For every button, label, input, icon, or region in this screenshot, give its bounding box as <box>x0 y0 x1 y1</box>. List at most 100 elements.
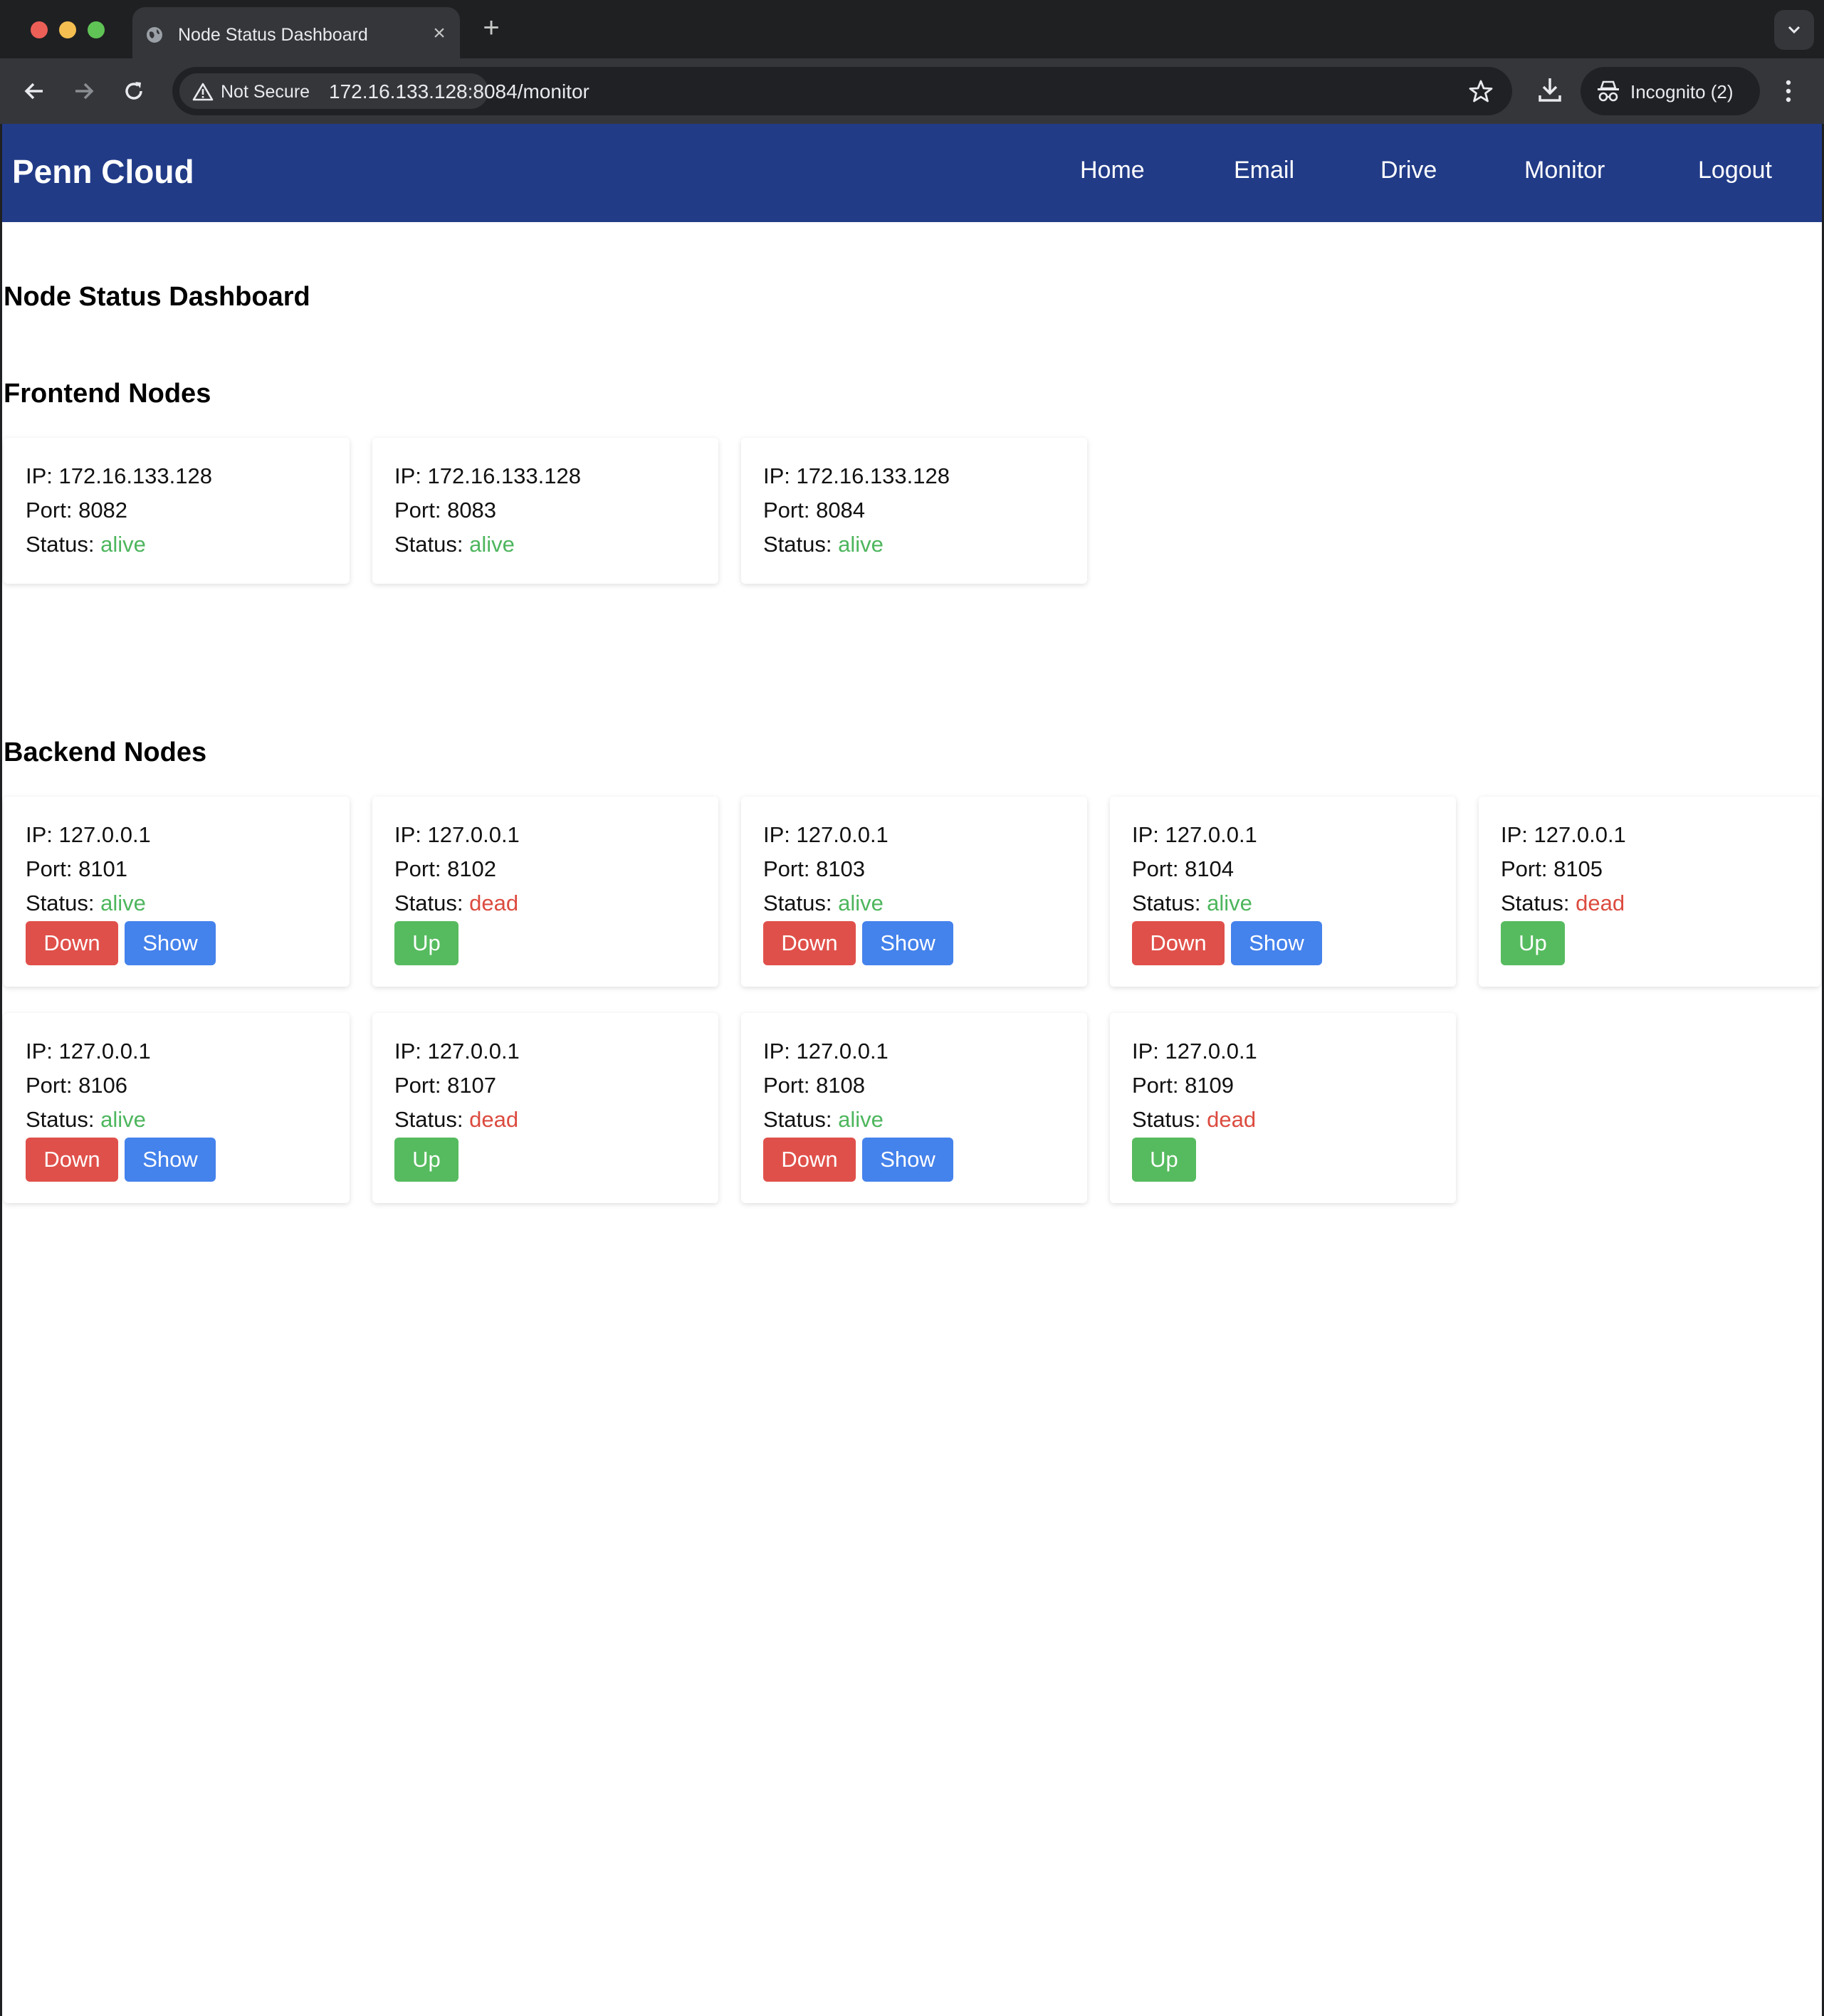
show-button[interactable]: Show <box>862 1138 953 1182</box>
status-label: Status: <box>763 1107 832 1132</box>
frontend-node-card: IP: 172.16.133.128 Port: 8083 Status: al… <box>372 438 718 584</box>
node-port: Port: 8107 <box>394 1073 497 1098</box>
down-button[interactable]: Down <box>763 921 856 965</box>
status-label: Status: <box>1132 891 1201 915</box>
frontend-section-title: Frontend Nodes <box>4 379 211 409</box>
node-port: Port: 8106 <box>26 1073 128 1098</box>
node-port: Port: 8101 <box>26 856 128 881</box>
status-label: Status: <box>26 1107 95 1132</box>
node-port: Port: 8109 <box>1132 1073 1235 1098</box>
url-text[interactable]: 172.16.133.128:8084/monitor <box>329 80 589 103</box>
status-label: Status: <box>394 532 463 557</box>
close-tab-icon[interactable]: × <box>429 23 450 44</box>
frontend-node-card: IP: 172.16.133.128 Port: 8082 Status: al… <box>4 438 350 584</box>
status-value: alive <box>838 1107 884 1132</box>
new-tab-icon[interactable]: + <box>478 14 504 42</box>
status-label: Status: <box>1132 1107 1201 1132</box>
down-button[interactable]: Down <box>1132 921 1225 965</box>
node-port: Port: 8103 <box>763 856 866 881</box>
more-menu-icon[interactable] <box>1783 77 1794 105</box>
node-port: Port: 8083 <box>394 498 497 523</box>
back-arrow-icon[interactable] <box>21 78 47 104</box>
page-viewport: Penn Cloud Home Email Drive Monitor Logo… <box>0 124 1824 2016</box>
tab-search-button[interactable] <box>1774 10 1814 50</box>
nav-link-email[interactable]: Email <box>1234 157 1294 184</box>
node-status: Status: dead <box>1132 1107 1256 1133</box>
status-value: dead <box>469 891 519 915</box>
brand-logo[interactable]: Penn Cloud <box>12 152 194 191</box>
nav-link-monitor[interactable]: Monitor <box>1524 157 1605 184</box>
up-button[interactable]: Up <box>1501 921 1565 965</box>
address-bar[interactable]: Not Secure 172.16.133.128:8084/monitor <box>172 67 1512 115</box>
backend-node-card: IP: 127.0.0.1 Port: 8101 Status: alive D… <box>4 797 350 987</box>
node-status: Status: alive <box>1132 891 1252 916</box>
zoom-window-button[interactable] <box>88 21 105 38</box>
status-value: alive <box>100 532 146 557</box>
incognito-label: Incognito (2) <box>1630 81 1734 103</box>
up-button[interactable]: Up <box>394 1138 458 1182</box>
nav-link-home[interactable]: Home <box>1080 157 1145 184</box>
show-button[interactable]: Show <box>125 1138 216 1182</box>
warning-icon <box>192 83 214 101</box>
node-ip: IP: 127.0.0.1 <box>1501 822 1626 847</box>
status-label: Status: <box>763 891 832 915</box>
show-button[interactable]: Show <box>1231 921 1322 965</box>
browser-toolbar: Not Secure 172.16.133.128:8084/monitor I… <box>0 58 1824 124</box>
nav-link-logout[interactable]: Logout <box>1698 157 1772 184</box>
node-ip: IP: 127.0.0.1 <box>394 822 520 847</box>
close-window-button[interactable] <box>31 21 48 38</box>
down-button[interactable]: Down <box>26 921 118 965</box>
node-ip: IP: 127.0.0.1 <box>1132 822 1257 847</box>
node-ip: IP: 172.16.133.128 <box>763 463 950 488</box>
chevron-down-icon <box>1788 26 1801 34</box>
backend-section-title: Backend Nodes <box>4 737 207 767</box>
status-value: alive <box>838 891 884 915</box>
node-status: Status: alive <box>763 891 884 916</box>
incognito-icon <box>1598 80 1619 102</box>
node-ip: IP: 172.16.133.128 <box>26 463 213 488</box>
backend-node-card: IP: 127.0.0.1 Port: 8106 Status: alive D… <box>4 1013 350 1203</box>
node-status: Status: dead <box>1501 891 1625 916</box>
site-navbar: Penn Cloud Home Email Drive Monitor Logo… <box>2 124 1822 222</box>
status-label: Status: <box>394 891 463 915</box>
node-port: Port: 8105 <box>1501 856 1603 881</box>
node-ip: IP: 127.0.0.1 <box>763 822 889 847</box>
down-button[interactable]: Down <box>763 1138 856 1182</box>
node-port: Port: 8082 <box>26 498 128 523</box>
status-value: dead <box>1576 891 1625 915</box>
backend-node-card: IP: 127.0.0.1 Port: 8109 Status: dead Up <box>1110 1013 1456 1203</box>
globe-icon <box>147 27 162 43</box>
node-port: Port: 8108 <box>763 1073 866 1098</box>
show-button[interactable]: Show <box>862 921 953 965</box>
down-button[interactable]: Down <box>26 1138 118 1182</box>
page-title: Node Status Dashboard <box>4 282 310 312</box>
tab-title: Node Status Dashboard <box>178 25 368 45</box>
up-button[interactable]: Up <box>1132 1138 1196 1182</box>
reload-icon[interactable] <box>121 78 147 104</box>
nav-link-drive[interactable]: Drive <box>1380 157 1437 184</box>
backend-node-card: IP: 127.0.0.1 Port: 8105 Status: dead Up <box>1479 797 1820 987</box>
status-label: Status: <box>394 1107 463 1132</box>
show-button[interactable]: Show <box>125 921 216 965</box>
node-ip: IP: 127.0.0.1 <box>26 822 151 847</box>
up-button[interactable]: Up <box>394 921 458 965</box>
forward-arrow-icon[interactable] <box>71 78 97 104</box>
node-status: Status: alive <box>26 891 146 916</box>
status-value: alive <box>469 532 515 557</box>
browser-tab-strip: Node Status Dashboard × + <box>0 0 1824 58</box>
browser-tab[interactable]: Node Status Dashboard × <box>132 7 460 58</box>
node-port: Port: 8104 <box>1132 856 1235 881</box>
backend-node-card: IP: 127.0.0.1 Port: 8102 Status: dead Up <box>372 797 718 987</box>
status-label: Status: <box>26 891 95 915</box>
minimize-window-button[interactable] <box>59 21 76 38</box>
node-status: Status: dead <box>394 1107 518 1133</box>
node-status: Status: alive <box>26 532 146 557</box>
node-port: Port: 8102 <box>394 856 497 881</box>
backend-node-card: IP: 127.0.0.1 Port: 8103 Status: alive D… <box>741 797 1087 987</box>
status-value: alive <box>100 891 146 915</box>
download-icon[interactable] <box>1536 75 1563 104</box>
node-status: Status: alive <box>763 532 884 557</box>
backend-node-card: IP: 127.0.0.1 Port: 8104 Status: alive D… <box>1110 797 1456 987</box>
incognito-profile-button[interactable]: Incognito (2) <box>1581 67 1760 115</box>
bookmark-star-icon[interactable] <box>1468 78 1494 104</box>
